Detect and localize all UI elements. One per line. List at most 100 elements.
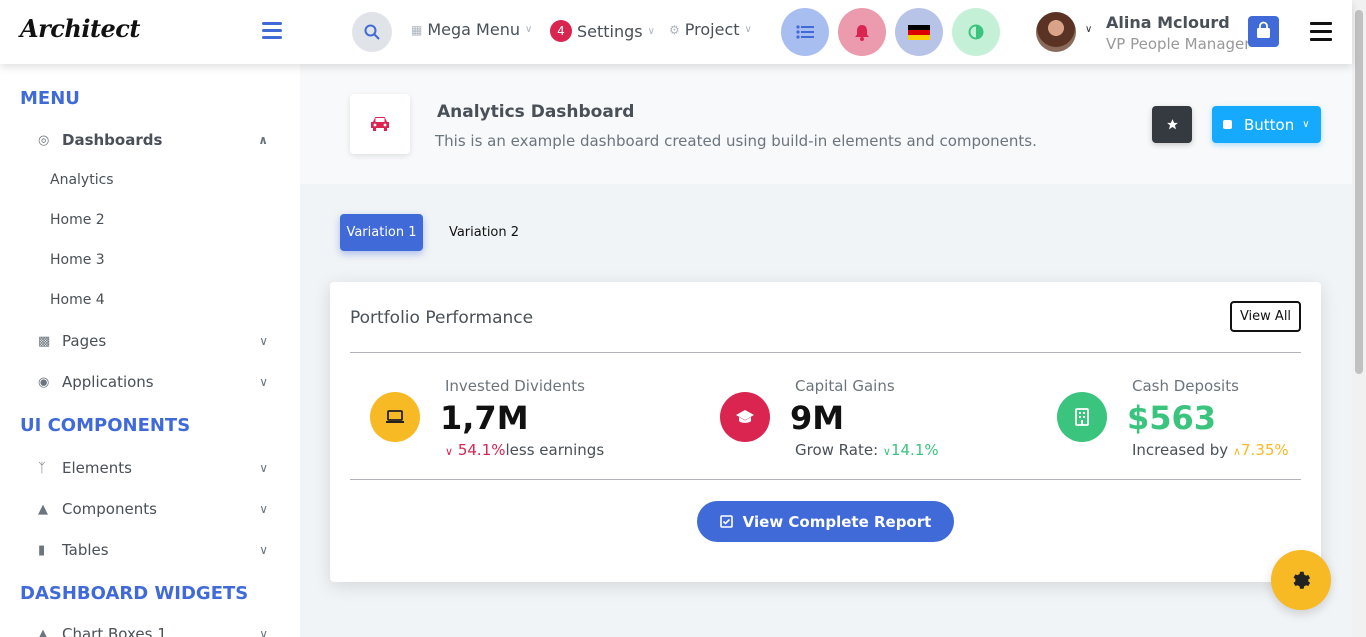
arrow-down-icon: ∨ (882, 445, 891, 458)
arrow-down-icon: ∨ (445, 445, 454, 458)
sidebar: MENU ◎ Dashboards ∧ Analytics Home 2 Hom… (0, 64, 300, 637)
theme-settings-button[interactable] (1271, 550, 1331, 610)
shopping-bag-icon (1257, 21, 1270, 38)
language-button[interactable] (895, 8, 943, 56)
scrollbar-thumb[interactable] (1355, 10, 1363, 374)
mega-menu-link[interactable]: ▦ Mega Menu ∨ (411, 20, 532, 39)
building-icon (1075, 408, 1089, 426)
chevron-up-icon: ∧ (258, 133, 268, 147)
car-icon (371, 117, 389, 131)
sidebar-item-elements[interactable]: ᛉ Elements ∨ (38, 459, 268, 477)
divider (350, 479, 1301, 480)
portfolio-performance-card: Portfolio Performance View All Invested … (330, 282, 1321, 582)
mobile-menu-button[interactable] (1310, 22, 1332, 46)
sidebar-item-chart-boxes-1[interactable]: ▲ Chart Boxes 1 ∨ (38, 625, 268, 637)
project-link[interactable]: ⚙ Project ∨ (669, 20, 752, 39)
tab-variation-2[interactable]: Variation 2 (443, 214, 525, 251)
list-icon (796, 25, 814, 39)
cog-icon: ⚙ (669, 22, 680, 37)
theme-toggle-button[interactable] (952, 8, 1000, 56)
metric-value: $563 (1127, 399, 1217, 437)
metric-prefix: Grow Rate: (795, 441, 879, 459)
metric-label: Capital Gains (795, 377, 895, 395)
bell-icon (855, 24, 869, 41)
card-title: Portfolio Performance (350, 308, 534, 328)
user-role: VP People Manager (1106, 35, 1251, 53)
list-button[interactable] (781, 8, 829, 56)
tablet-icon: ▮ (38, 542, 46, 558)
scrollbar[interactable] (1352, 0, 1366, 637)
chevron-down-icon: ∨ (259, 334, 268, 348)
metric-footer: ∨ 54.1%less earnings (445, 441, 604, 459)
sidebar-item-home-3[interactable]: Home 3 (50, 252, 105, 268)
page-title: Analytics Dashboard (437, 102, 635, 122)
metric-suffix: less earnings (505, 441, 605, 459)
settings-badge: 4 (550, 20, 572, 42)
user-actions-button[interactable] (1248, 16, 1279, 47)
metric-value: 9M (790, 399, 845, 437)
branch-icon: ᛉ (38, 460, 46, 476)
chevron-down-icon: ∨ (259, 502, 268, 516)
arrow-up-icon: ∧ (1232, 445, 1242, 458)
divider (350, 352, 1301, 353)
contrast-icon (968, 24, 984, 40)
metric-icon-cash-deposits (1057, 392, 1107, 442)
trophy-icon: ▲ (38, 626, 48, 637)
metric-change: 54.1% (457, 441, 506, 459)
chevron-down-icon: ∨ (1302, 119, 1310, 130)
target-icon: ◎ (38, 132, 50, 148)
sidebar-toggle-button[interactable] (262, 22, 282, 40)
avatar[interactable] (1036, 12, 1076, 52)
sidebar-item-home-2[interactable]: Home 2 (50, 212, 105, 228)
sidebar-heading-ui-components: UI COMPONENTS (20, 415, 191, 436)
chevron-down-icon[interactable]: ∨ (1085, 24, 1092, 35)
metric-label: Invested Dividents (445, 377, 585, 395)
gear-icon (1293, 571, 1311, 589)
german-flag-icon (908, 24, 930, 40)
laptop-icon (386, 410, 404, 423)
sidebar-item-applications[interactable]: ◉ Applications ∨ (38, 373, 268, 391)
sidebar-item-tables[interactable]: ▮ Tables ∨ (38, 541, 268, 559)
chevron-down-icon: ∨ (259, 543, 268, 557)
metric-footer: Increased by ∧7.35% (1132, 441, 1289, 459)
primary-dropdown-button[interactable]: Button ∨ (1212, 106, 1321, 143)
view-complete-report-button[interactable]: View Complete Report (697, 501, 954, 542)
page-title-bar: Analytics Dashboard This is an example d… (300, 64, 1352, 184)
chevron-down-icon: ∨ (259, 461, 268, 475)
chevron-down-icon: ∨ (647, 25, 655, 37)
chevron-down-icon: ∨ (259, 375, 268, 389)
user-name: Alina Mclourd (1106, 13, 1230, 32)
sidebar-item-pages[interactable]: ▩ Pages ∨ (38, 332, 268, 350)
bag-icon: ▲ (38, 501, 48, 517)
favorite-button[interactable] (1152, 106, 1192, 143)
business-time-icon (1223, 120, 1232, 129)
sidebar-item-components[interactable]: ▲ Components ∨ (38, 500, 268, 518)
metric-change: 7.35% (1241, 441, 1289, 459)
app-header: Architect ▦ Mega Menu ∨ 4 Settings ∨ ⚙ P… (0, 0, 1352, 64)
metric-icon-capital-gains (720, 392, 770, 442)
check-square-icon (719, 515, 733, 528)
graduation-cap-icon (736, 410, 754, 423)
app-logo[interactable]: Architect (20, 14, 141, 43)
sidebar-heading-menu: MENU (20, 88, 80, 109)
metric-icon-dividends (370, 392, 420, 442)
settings-link[interactable]: 4 Settings ∨ (550, 20, 655, 42)
tab-variation-1[interactable]: Variation 1 (340, 214, 423, 251)
view-all-button[interactable]: View All (1230, 301, 1301, 332)
sidebar-heading-dashboard-widgets: DASHBOARD WIDGETS (20, 583, 249, 604)
star-icon (1166, 119, 1178, 130)
chevron-down-icon: ∨ (259, 627, 268, 637)
sidebar-item-analytics[interactable]: Analytics (50, 172, 114, 188)
gift-icon: ▦ (411, 22, 423, 37)
search-button[interactable] (352, 12, 392, 52)
sidebar-item-home-4[interactable]: Home 4 (50, 292, 105, 308)
chevron-down-icon: ∨ (744, 24, 752, 35)
notifications-button[interactable] (838, 8, 886, 56)
sidebar-item-dashboards[interactable]: ◎ Dashboards ∧ (38, 131, 268, 149)
lightbulb-icon: ◉ (38, 374, 50, 390)
page-title-icon-box (350, 94, 410, 154)
chevron-down-icon: ∨ (524, 24, 533, 35)
page-subtitle: This is an example dashboard created usi… (435, 132, 1037, 150)
metric-prefix: Increased by (1132, 441, 1229, 459)
metric-change: 14.1% (890, 441, 939, 459)
